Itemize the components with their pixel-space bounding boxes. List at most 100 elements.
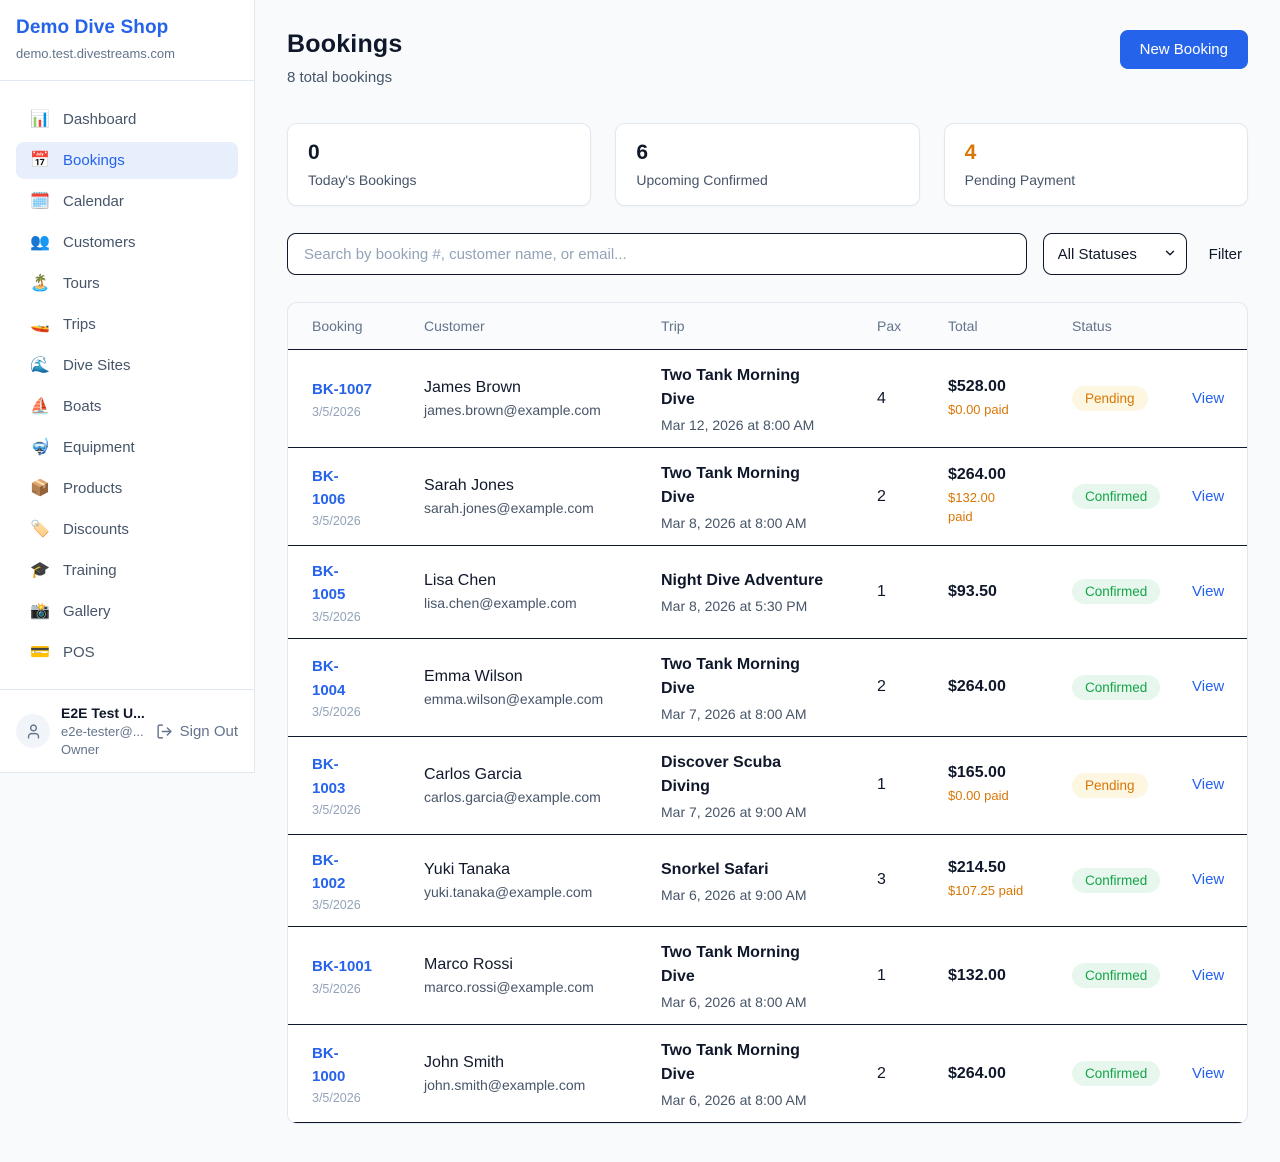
page-title-block: Bookings 8 total bookings — [287, 30, 403, 86]
sidebar-item-label: Calendar — [63, 193, 124, 210]
trip-datetime: Mar 8, 2026 at 8:00 AM — [661, 515, 853, 531]
bar-chart-icon: 📊 — [30, 112, 50, 128]
shop-domain: demo.test.divestreams.com — [16, 46, 238, 61]
sidebar-item-label: Boats — [63, 398, 101, 415]
sidebar-item[interactable]: 🚤 Trips — [16, 306, 238, 343]
booking-created-date: 3/5/2026 — [312, 898, 400, 912]
user-role: Owner — [61, 742, 145, 757]
user-section: E2E Test U... e2e-tester@... Owner Sign … — [0, 689, 254, 772]
sidebar-item[interactable]: 🌊 Dive Sites — [16, 347, 238, 384]
view-link[interactable]: View — [1192, 488, 1224, 505]
table-row: BK- 1003 3/5/2026 Carlos Garcia carlos.g… — [288, 736, 1248, 834]
col-header-pax: Pax — [865, 303, 936, 350]
sign-out-button[interactable]: Sign Out — [156, 723, 238, 740]
col-header-status: Status — [1060, 303, 1180, 350]
sidebar-item[interactable]: 🤿 Equipment — [16, 429, 238, 466]
booking-created-date: 3/5/2026 — [312, 803, 400, 817]
table-row: BK- 1004 3/5/2026 Emma Wilson emma.wilso… — [288, 638, 1248, 736]
paid-amount: $107.25 paid — [948, 882, 1048, 901]
sidebar-item[interactable]: 🏝️ Tours — [16, 265, 238, 302]
island-icon: 🏝️ — [30, 276, 50, 292]
pax-count: 2 — [877, 488, 886, 505]
sidebar-item[interactable]: 📊 Dashboard — [16, 101, 238, 138]
booking-id-link[interactable]: BK- 1000 — [312, 1042, 400, 1089]
stat-card: 0 Today's Bookings — [287, 123, 591, 206]
sidebar-item-label: Gallery — [63, 603, 111, 620]
customer-email: james.brown@example.com — [424, 402, 637, 418]
booking-id-link[interactable]: BK-1001 — [312, 955, 400, 978]
sidebar-item[interactable]: 📸 Gallery — [16, 593, 238, 630]
customer-name: Carlos Garcia — [424, 766, 637, 784]
customer-name: James Brown — [424, 379, 637, 397]
pax-count: 3 — [877, 871, 886, 888]
search-input[interactable] — [287, 233, 1027, 275]
user-name: E2E Test U... — [61, 705, 145, 721]
sidebar-item[interactable]: 🏷️ Discounts — [16, 511, 238, 548]
view-link[interactable]: View — [1192, 390, 1224, 407]
user-meta: E2E Test U... e2e-tester@... Owner — [61, 705, 145, 757]
customer-name: Lisa Chen — [424, 572, 637, 590]
col-header-trip: Trip — [649, 303, 865, 350]
diving-mask-icon: 🤿 — [30, 440, 50, 456]
customer-email: carlos.garcia@example.com — [424, 789, 637, 805]
customer-email: emma.wilson@example.com — [424, 691, 637, 707]
stat-label: Upcoming Confirmed — [636, 172, 898, 188]
sidebar-item-label: Dive Sites — [63, 357, 131, 374]
trip-name: Two Tank Morning Dive — [661, 462, 853, 510]
view-link[interactable]: View — [1192, 678, 1224, 695]
view-link[interactable]: View — [1192, 776, 1224, 793]
booking-id-link[interactable]: BK-1007 — [312, 378, 400, 401]
sidebar-item-label: Trips — [63, 316, 96, 333]
sidebar-item[interactable]: 📅 Bookings — [16, 142, 238, 179]
sidebar-item[interactable]: 🎓 Training — [16, 552, 238, 589]
customer-name: Yuki Tanaka — [424, 861, 637, 879]
status-badge: Confirmed — [1072, 484, 1160, 509]
booking-created-date: 3/5/2026 — [312, 705, 400, 719]
view-link[interactable]: View — [1192, 583, 1224, 600]
booking-id-link[interactable]: BK- 1005 — [312, 560, 400, 607]
pax-count: 1 — [877, 776, 886, 793]
sidebar-item[interactable]: ⛵ Boats — [16, 388, 238, 425]
total-amount: $528.00 — [948, 378, 1048, 396]
status-select[interactable]: All Statuses — [1043, 233, 1187, 275]
sidebar-item-label: Products — [63, 480, 122, 497]
view-link[interactable]: View — [1192, 1065, 1224, 1082]
trip-datetime: Mar 7, 2026 at 8:00 AM — [661, 706, 853, 722]
people-icon: 👥 — [30, 235, 50, 251]
table-header-row: Booking Customer Trip Pax Total Status — [288, 303, 1248, 350]
trip-name: Snorkel Safari — [661, 858, 853, 882]
view-link[interactable]: View — [1192, 967, 1224, 984]
booking-id-link[interactable]: BK- 1006 — [312, 465, 400, 512]
main-content: Bookings 8 total bookings New Booking 0 … — [255, 0, 1280, 1124]
sidebar-item-label: Bookings — [63, 152, 125, 169]
bookings-table: Booking Customer Trip Pax Total Status B… — [288, 303, 1248, 1123]
sidebar-item[interactable]: 🗓️ Calendar — [16, 183, 238, 220]
view-link[interactable]: View — [1192, 871, 1224, 888]
booking-id-link[interactable]: BK- 1003 — [312, 753, 400, 800]
sidebar-item[interactable]: 📦 Products — [16, 470, 238, 507]
customer-name: Sarah Jones — [424, 477, 637, 495]
user-email: e2e-tester@... — [61, 724, 145, 739]
booking-created-date: 3/5/2026 — [312, 405, 400, 419]
total-amount: $132.00 — [948, 967, 1048, 985]
table-body: BK-1007 3/5/2026 James Brown james.brown… — [288, 350, 1248, 1123]
booking-id-link[interactable]: BK- 1002 — [312, 849, 400, 896]
trip-name: Discover Scuba Diving — [661, 751, 853, 799]
tag-icon: 🏷️ — [30, 522, 50, 538]
page-header: Bookings 8 total bookings New Booking — [287, 30, 1248, 86]
table-row: BK- 1000 3/5/2026 John Smith john.smith@… — [288, 1025, 1248, 1123]
camera-icon: 📸 — [30, 604, 50, 620]
stat-card: 6 Upcoming Confirmed — [615, 123, 919, 206]
sidebar: Demo Dive Shop demo.test.divestreams.com… — [0, 0, 255, 773]
pax-count: 2 — [877, 1065, 886, 1082]
filter-button[interactable]: Filter — [1203, 246, 1248, 263]
stat-value: 0 — [308, 141, 570, 165]
sidebar-item[interactable]: 💳 POS — [16, 634, 238, 671]
customer-name: Emma Wilson — [424, 668, 637, 686]
booking-id-link[interactable]: BK- 1004 — [312, 655, 400, 702]
trip-datetime: Mar 6, 2026 at 8:00 AM — [661, 994, 853, 1010]
new-booking-button[interactable]: New Booking — [1120, 30, 1248, 69]
trip-datetime: Mar 6, 2026 at 9:00 AM — [661, 887, 853, 903]
col-header-total: Total — [936, 303, 1060, 350]
sidebar-item[interactable]: 👥 Customers — [16, 224, 238, 261]
